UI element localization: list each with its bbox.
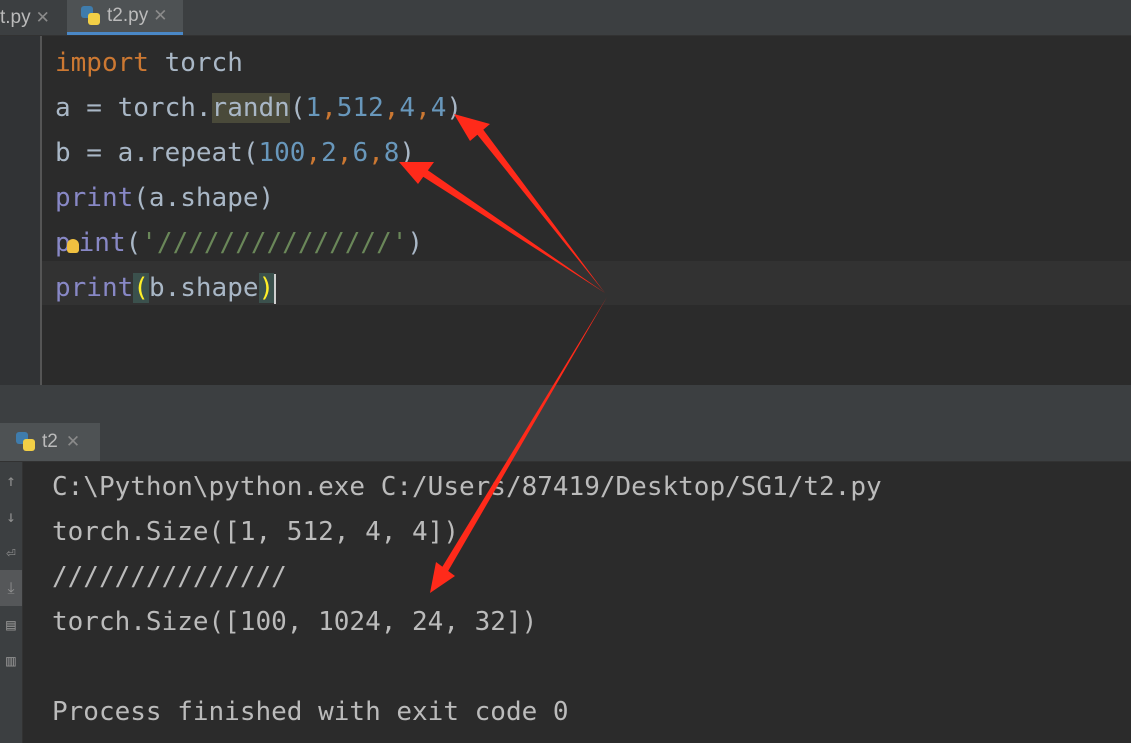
close-icon[interactable]: ✕ bbox=[66, 432, 80, 452]
builtin-function: print bbox=[55, 273, 134, 303]
tab-label: t2.py bbox=[107, 5, 149, 26]
function-name: randn bbox=[211, 93, 290, 123]
console-line: C:\Python\python.exe C:/Users/87419/Desk… bbox=[52, 472, 882, 502]
tab-t2-py[interactable]: t2.py ✕ bbox=[67, 0, 183, 35]
paren: ( bbox=[125, 228, 142, 258]
run-tab-bar: t2 ✕ bbox=[0, 423, 1131, 462]
close-icon[interactable]: ✕ bbox=[153, 6, 167, 26]
console-line: Process finished with exit code 0 bbox=[52, 697, 569, 727]
code-line-4: print(a.shape) bbox=[55, 179, 462, 224]
builtin-function: print bbox=[55, 183, 134, 213]
code-line-2: a = torch.randn(1,512,4,4) bbox=[55, 89, 462, 134]
number: 6 bbox=[352, 138, 369, 168]
code-line-6: print(b.shape) bbox=[55, 269, 462, 314]
number: 100 bbox=[258, 138, 306, 168]
code-text: a = torch. bbox=[55, 93, 212, 123]
code-line-1: import torch bbox=[55, 44, 462, 89]
number: 2 bbox=[321, 138, 337, 168]
editor-gutter bbox=[0, 36, 42, 385]
lightbulb-icon[interactable] bbox=[66, 239, 79, 253]
up-arrow-icon[interactable]: ↑ bbox=[0, 462, 22, 498]
number: 512 bbox=[336, 93, 384, 123]
code-line-5: p int('///////////////') bbox=[55, 224, 462, 269]
comma: , bbox=[321, 93, 337, 123]
trash-icon[interactable]: ▥ bbox=[0, 642, 22, 678]
print-icon[interactable]: ▤ bbox=[0, 606, 22, 642]
run-console[interactable]: ↑ ↓ ⏎ ⤓ ▤ ▥ C:\Python\python.exe C:/User… bbox=[0, 462, 1131, 743]
paren: ) bbox=[399, 138, 416, 168]
keyword: import bbox=[55, 48, 149, 78]
paren: ) bbox=[446, 93, 463, 123]
tab-label: t.py bbox=[0, 6, 31, 28]
scroll-to-end-icon[interactable]: ⤓ bbox=[0, 570, 22, 606]
comma: , bbox=[336, 138, 353, 168]
code-text: (a.shape) bbox=[133, 183, 275, 213]
code-text: b.shape bbox=[148, 273, 259, 303]
number: 8 bbox=[383, 138, 400, 168]
console-line: torch.Size([100, 1024, 24, 32]) bbox=[52, 607, 538, 637]
comma: , bbox=[383, 93, 400, 123]
code-line-3: b = a.repeat(100,2,6,8) bbox=[55, 134, 462, 179]
python-file-icon bbox=[16, 432, 36, 452]
soft-wrap-icon[interactable]: ⏎ bbox=[0, 534, 22, 570]
matched-bracket: ( bbox=[133, 273, 149, 303]
string-literal: '///////////////' bbox=[141, 228, 408, 258]
number: 4 bbox=[430, 93, 447, 123]
close-icon[interactable]: ✕ bbox=[36, 8, 50, 28]
paren: ) bbox=[407, 228, 424, 258]
comma: , bbox=[368, 138, 384, 168]
code-editor[interactable]: import torch a = torch.randn(1,512,4,4) … bbox=[0, 36, 1131, 385]
text-caret bbox=[274, 273, 277, 304]
comma: , bbox=[415, 93, 431, 123]
number: 1 bbox=[305, 93, 322, 123]
console-line: torch.Size([1, 512, 4, 4]) bbox=[52, 517, 459, 547]
python-file-icon bbox=[81, 6, 101, 26]
matched-bracket: ) bbox=[258, 273, 275, 303]
comma: , bbox=[305, 138, 322, 168]
code-text: torch bbox=[148, 48, 243, 78]
panel-splitter[interactable] bbox=[0, 385, 1131, 423]
console-output: C:\Python\python.exe C:/Users/87419/Desk… bbox=[52, 467, 882, 737]
paren: ( bbox=[289, 93, 306, 123]
builtin-function: int bbox=[78, 228, 126, 258]
run-tab-label: t2 bbox=[42, 431, 58, 452]
tab-run-t2[interactable]: t2 ✕ bbox=[0, 423, 100, 461]
console-toolbar: ↑ ↓ ⏎ ⤓ ▤ ▥ bbox=[0, 462, 23, 743]
number: 4 bbox=[399, 93, 416, 123]
code-text: b = a.repeat( bbox=[55, 138, 259, 168]
tab-t-py[interactable]: t.py ✕ bbox=[0, 0, 62, 35]
console-line: /////////////// bbox=[52, 562, 287, 592]
editor-tab-bar: t.py ✕ t2.py ✕ bbox=[0, 0, 1131, 36]
down-arrow-icon[interactable]: ↓ bbox=[0, 498, 22, 534]
code-content[interactable]: import torch a = torch.randn(1,512,4,4) … bbox=[55, 44, 462, 314]
